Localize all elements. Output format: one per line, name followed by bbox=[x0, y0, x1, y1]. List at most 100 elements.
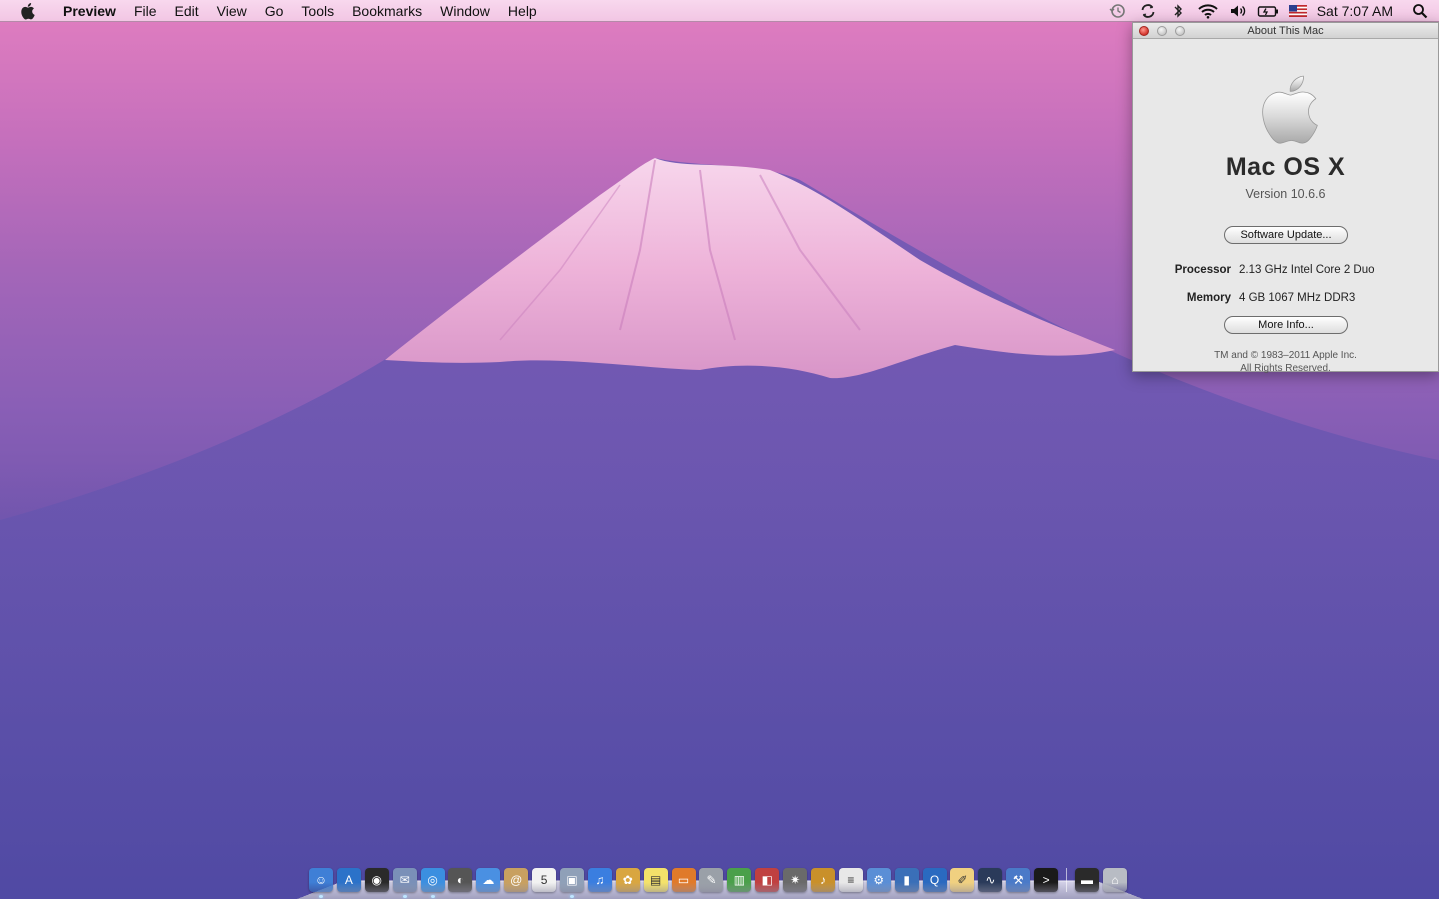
photo-booth-glyph: ◧ bbox=[761, 873, 773, 887]
running-indicator bbox=[570, 895, 575, 898]
mail-stamp-icon[interactable]: ✉ bbox=[392, 868, 417, 898]
wifi-icon[interactable] bbox=[1193, 0, 1223, 22]
iphoto-icon[interactable]: ✿ bbox=[615, 868, 640, 892]
address-book-icon[interactable]: @ bbox=[504, 868, 529, 892]
keynote-icon[interactable]: ▭ bbox=[671, 868, 696, 892]
utilities-folder-glyph: ⚙ bbox=[873, 873, 885, 887]
apple-menu-icon[interactable] bbox=[0, 0, 54, 22]
processor-row: Processor 2.13 GHz Intel Core 2 Duo bbox=[1133, 264, 1438, 276]
safari-icon[interactable]: ◎ bbox=[420, 868, 445, 898]
menu-view[interactable]: View bbox=[208, 0, 256, 22]
menu-extras: Sat 7:07 AM bbox=[1103, 0, 1439, 22]
running-indicator bbox=[402, 895, 407, 898]
trash-icon[interactable]: ⌂ bbox=[1102, 868, 1127, 892]
numbers-glyph: ▥ bbox=[733, 873, 746, 887]
xcode-icon[interactable]: ⚒ bbox=[1006, 868, 1031, 892]
facetime-glyph: ◐ bbox=[456, 873, 465, 887]
dock-icons: ☺ A ◉ ✉ ◎ ◐ ☁ @5 ▣ ♫ ✿ ▤ ▭ ✎ ▥ ◧ ✷ ♪ ≡ ⚙ ▮ Q ✐ ∿ ⚒ > ▬ ⌂ bbox=[309, 862, 1131, 898]
battery-icon[interactable] bbox=[1253, 0, 1283, 22]
stickies-icon[interactable]: ▤ bbox=[643, 868, 668, 892]
copyright-line-1: TM and © 1983–2011 Apple Inc. bbox=[1214, 350, 1357, 361]
about-content: Mac OS X Version 10.6.6 Software Update.… bbox=[1133, 39, 1438, 375]
terminal-icon[interactable]: > bbox=[1034, 868, 1059, 892]
memory-row: Memory 4 GB 1067 MHz DDR3 bbox=[1133, 292, 1438, 304]
textedit-icon[interactable]: ≡ bbox=[838, 868, 863, 892]
quicktime-icon[interactable]: Q bbox=[922, 868, 947, 892]
time-machine-icon[interactable] bbox=[1103, 0, 1133, 22]
downloads-stack-icon[interactable]: ▬ bbox=[1075, 868, 1100, 892]
input-flag-icon[interactable] bbox=[1283, 0, 1313, 22]
script-editor-glyph: ✎ bbox=[706, 873, 717, 887]
safari-glyph: ◎ bbox=[427, 873, 438, 887]
running-indicator bbox=[430, 895, 435, 898]
menu-bookmarks[interactable]: Bookmarks bbox=[343, 0, 431, 22]
ichat-glyph: ☁ bbox=[482, 873, 495, 887]
zoom-button[interactable] bbox=[1175, 26, 1185, 36]
dock: ☺ A ◉ ✉ ◎ ◐ ☁ @5 ▣ ♫ ✿ ▤ ▭ ✎ ▥ ◧ ✷ ♪ ≡ ⚙ ▮ Q ✐ ∿ ⚒ > ▬ ⌂ bbox=[297, 860, 1143, 899]
ical-icon[interactable]: 5 bbox=[532, 868, 557, 892]
activity-monitor-icon[interactable]: ∿ bbox=[978, 868, 1003, 892]
ichat-icon[interactable]: ☁ bbox=[476, 868, 501, 892]
photo-booth-icon[interactable]: ◧ bbox=[755, 868, 780, 892]
sync-icon[interactable] bbox=[1133, 0, 1163, 22]
copyright-line-2: All Rights Reserved. bbox=[1240, 363, 1331, 374]
menu-file[interactable]: File bbox=[125, 0, 166, 22]
imovie-glyph: ✷ bbox=[790, 873, 801, 887]
dock-separator bbox=[1066, 868, 1068, 892]
pages-icon[interactable]: ✐ bbox=[950, 868, 975, 892]
finder-glyph: ☺ bbox=[314, 873, 328, 887]
preview-glyph: ▣ bbox=[566, 873, 578, 887]
processor-label: Processor bbox=[1174, 264, 1231, 276]
iphoto-glyph: ✿ bbox=[622, 873, 633, 887]
menu-go[interactable]: Go bbox=[256, 0, 293, 22]
ical-glyph: 5 bbox=[540, 873, 548, 887]
menu-edit[interactable]: Edit bbox=[166, 0, 208, 22]
close-button[interactable] bbox=[1139, 26, 1149, 36]
address-book-glyph: @ bbox=[510, 873, 523, 887]
itunes-icon[interactable]: ♫ bbox=[587, 868, 612, 892]
trash-glyph: ⌂ bbox=[1111, 873, 1119, 887]
dashboard-glyph: ◉ bbox=[371, 873, 383, 887]
preview-icon[interactable]: ▣ bbox=[560, 868, 585, 898]
menu-clock[interactable]: Sat 7:07 AM bbox=[1313, 0, 1405, 22]
software-update-button[interactable]: Software Update... bbox=[1224, 226, 1348, 244]
xcode-glyph: ⚒ bbox=[1012, 873, 1024, 887]
apple-logo-icon bbox=[1262, 75, 1318, 144]
os-version: Version 10.6.6 bbox=[1245, 187, 1326, 201]
activity-monitor-glyph: ∿ bbox=[985, 873, 996, 887]
utilities-folder-icon[interactable]: ⚙ bbox=[866, 868, 891, 892]
menu-tools[interactable]: Tools bbox=[292, 0, 343, 22]
more-info-button[interactable]: More Info... bbox=[1224, 316, 1348, 334]
copyright-text: TM and © 1983–2011 Apple Inc. All Rights… bbox=[1133, 349, 1438, 375]
app-store-icon[interactable]: A bbox=[336, 868, 361, 892]
pages-glyph: ✐ bbox=[957, 873, 968, 887]
menu-app-name[interactable]: Preview bbox=[54, 0, 125, 22]
numbers-icon[interactable]: ▥ bbox=[727, 868, 752, 892]
menu-help[interactable]: Help bbox=[499, 0, 546, 22]
spotlight-icon[interactable] bbox=[1405, 0, 1435, 22]
dashboard-icon[interactable]: ◉ bbox=[364, 868, 389, 892]
books-icon[interactable]: ▮ bbox=[894, 868, 919, 892]
facetime-icon[interactable]: ◐ bbox=[448, 868, 473, 892]
bluetooth-icon[interactable] bbox=[1163, 0, 1193, 22]
itunes-glyph: ♫ bbox=[595, 873, 605, 887]
garageband-icon[interactable]: ♪ bbox=[811, 868, 836, 892]
running-indicator bbox=[319, 895, 323, 898]
script-editor-icon[interactable]: ✎ bbox=[699, 868, 724, 892]
garageband-glyph: ♪ bbox=[820, 873, 827, 887]
os-name: Mac OS X bbox=[1225, 153, 1346, 181]
memory-label: Memory bbox=[1186, 292, 1231, 304]
imovie-icon[interactable]: ✷ bbox=[783, 868, 808, 892]
downloads-stack-glyph: ▬ bbox=[1081, 873, 1094, 887]
minimize-button[interactable] bbox=[1157, 26, 1167, 36]
processor-value: 2.13 GHz Intel Core 2 Duo bbox=[1239, 264, 1375, 276]
keynote-glyph: ▭ bbox=[677, 873, 690, 887]
memory-value: 4 GB 1067 MHz DDR3 bbox=[1239, 292, 1356, 304]
finder-icon[interactable]: ☺ bbox=[309, 868, 333, 898]
volume-icon[interactable] bbox=[1223, 0, 1253, 22]
menu-window[interactable]: Window bbox=[431, 0, 499, 22]
app-store-glyph: A bbox=[344, 873, 353, 887]
books-glyph: ▮ bbox=[903, 873, 910, 887]
window-titlebar[interactable]: About This Mac bbox=[1133, 23, 1438, 39]
menu-bar: Preview File Edit View Go Tools Bookmark… bbox=[0, 0, 1439, 22]
